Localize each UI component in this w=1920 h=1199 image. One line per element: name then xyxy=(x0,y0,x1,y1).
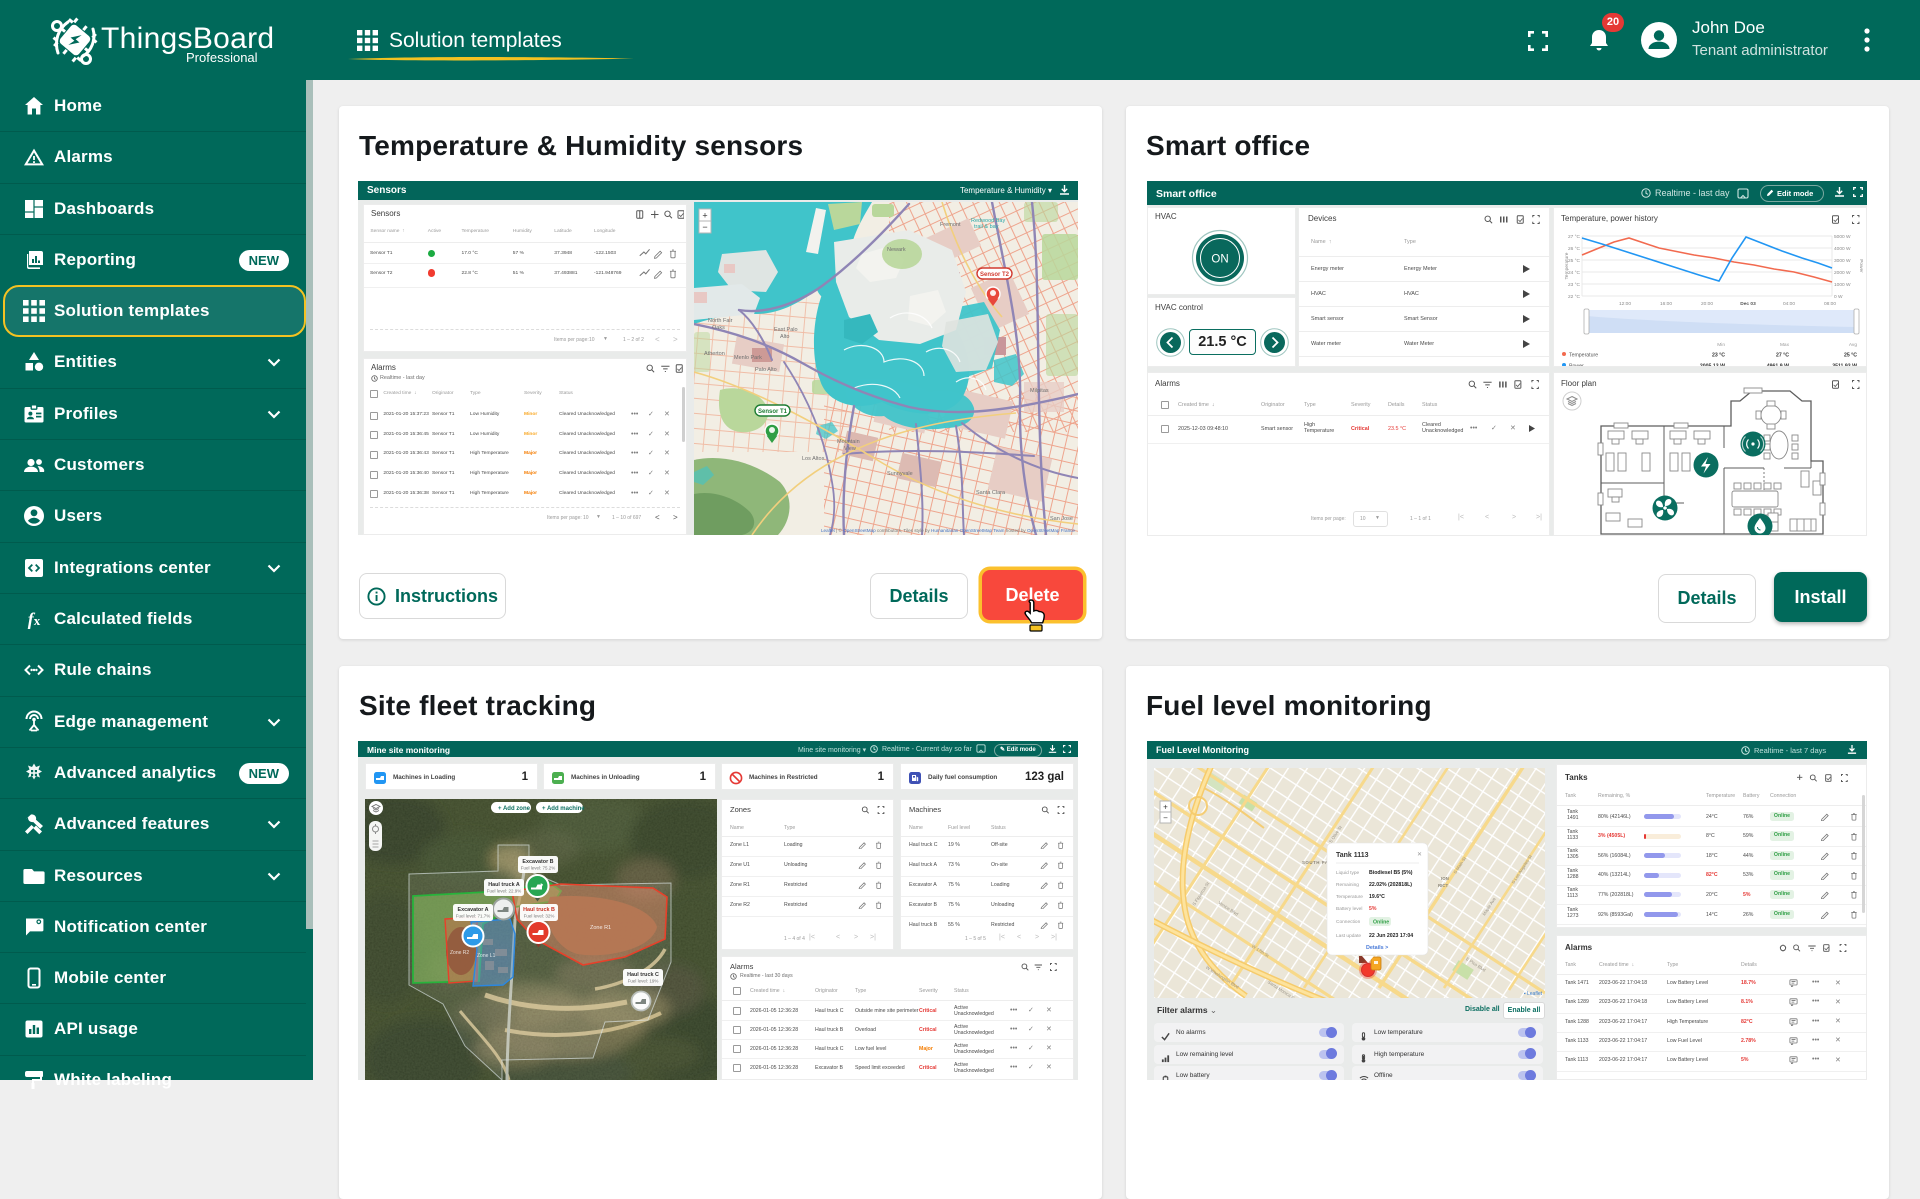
svg-text:27 °C: 27 °C xyxy=(1568,234,1581,240)
svg-text:ION: ION xyxy=(1441,876,1449,881)
svg-text:Avg: Avg xyxy=(1849,342,1858,348)
svg-text:−: − xyxy=(1163,814,1168,823)
svg-text:Fuel level: 71.7%: Fuel level: 71.7% xyxy=(456,914,491,919)
svg-text:Milpitas: Milpitas xyxy=(1030,388,1049,394)
svg-text:Excavator B: Excavator B xyxy=(522,859,553,865)
svg-text:▪ Leaflet: ▪ Leaflet xyxy=(1524,991,1543,997)
svg-text:Remaining: Remaining xyxy=(1336,882,1359,888)
svg-text:Tank 1113: Tank 1113 xyxy=(1336,852,1369,859)
svg-text:View: View xyxy=(844,446,856,452)
svg-text:Los Altos: Los Altos xyxy=(802,456,825,462)
svg-text:4961.9 W: 4961.9 W xyxy=(1767,364,1789,368)
svg-text:4000 W: 4000 W xyxy=(1834,246,1851,252)
svg-text:+: + xyxy=(1163,803,1168,812)
svg-text:3000 W: 3000 W xyxy=(1834,258,1851,264)
svg-text:Temperature: Temperature xyxy=(1336,894,1363,900)
svg-text:North Fair: North Fair xyxy=(708,318,733,324)
svg-text:26 °C: 26 °C xyxy=(1568,246,1581,252)
svg-text:ON: ON xyxy=(1211,254,1228,266)
svg-text:Zone R2: Zone R2 xyxy=(450,950,469,956)
svg-text:22 °C: 22 °C xyxy=(1568,294,1581,300)
svg-text:Dec 03: Dec 03 xyxy=(1740,301,1756,307)
svg-text:20:00: 20:00 xyxy=(1701,301,1713,307)
svg-text:Details >: Details > xyxy=(1366,945,1388,951)
svg-text:23 °C: 23 °C xyxy=(1712,353,1725,359)
svg-text:Sensor T2: Sensor T2 xyxy=(980,272,1010,278)
svg-text:Zone L1: Zone L1 xyxy=(477,953,496,959)
svg-text:Fuel level: 19%: Fuel level: 19% xyxy=(628,979,659,984)
svg-text:5%: 5% xyxy=(1369,906,1377,912)
svg-text:22 Jun 2023 17:04: 22 Jun 2023 17:04 xyxy=(1369,933,1413,939)
svg-text:Fuel level: 32%: Fuel level: 32% xyxy=(524,914,555,919)
svg-text:Biodiesel B5 (5%): Biodiesel B5 (5%) xyxy=(1369,870,1413,876)
svg-text:Connection: Connection xyxy=(1336,919,1361,925)
svg-text:✕: ✕ xyxy=(1417,852,1422,858)
svg-text:Haul truck A: Haul truck A xyxy=(488,882,520,888)
svg-text:Mountain: Mountain xyxy=(837,439,860,445)
svg-text:3511.93 W: 3511.93 W xyxy=(1832,364,1857,368)
svg-text:16:00: 16:00 xyxy=(1660,301,1672,307)
svg-text:2005.13 W: 2005.13 W xyxy=(1700,364,1725,368)
svg-text:Alto: Alto xyxy=(780,334,789,340)
svg-text:22.02% (202818L): 22.02% (202818L) xyxy=(1369,882,1412,888)
svg-text:5000 W: 5000 W xyxy=(1834,234,1851,240)
svg-text:Power: Power xyxy=(1858,259,1864,273)
svg-text:04:00: 04:00 xyxy=(1783,301,1795,307)
svg-text:Palo Alto: Palo Alto xyxy=(755,367,777,373)
svg-text:Zone R1: Zone R1 xyxy=(590,925,611,931)
svg-text:trail & bay: trail & bay xyxy=(974,224,999,230)
svg-text:Last update: Last update xyxy=(1336,933,1361,939)
svg-text:23 °C: 23 °C xyxy=(1568,282,1581,288)
svg-text:Newark: Newark xyxy=(887,247,906,253)
svg-text:Max: Max xyxy=(1780,342,1790,348)
svg-text:Fremont: Fremont xyxy=(940,222,961,228)
svg-text:Power: Power xyxy=(1569,364,1584,368)
svg-text:Excavator A: Excavator A xyxy=(458,907,489,913)
svg-text:0 W: 0 W xyxy=(1834,294,1843,300)
svg-text:+ Add zone: + Add zone xyxy=(498,806,531,812)
svg-text:San Jose: San Jose xyxy=(1050,516,1073,522)
svg-text:−: − xyxy=(702,222,707,232)
svg-text:08:00: 08:00 xyxy=(1824,301,1836,307)
svg-text:Santa Clara: Santa Clara xyxy=(976,490,1006,496)
svg-text:27 °C: 27 °C xyxy=(1776,353,1789,359)
svg-text:Haul truck C: Haul truck C xyxy=(627,972,659,978)
svg-text:Atherton: Atherton xyxy=(704,351,725,357)
svg-text:Sunnyvale: Sunnyvale xyxy=(887,471,913,477)
svg-text:+ Add machine: + Add machine xyxy=(542,806,585,812)
svg-text:2000 W: 2000 W xyxy=(1834,270,1851,276)
svg-text:Min: Min xyxy=(1717,342,1725,348)
svg-text:+: + xyxy=(702,211,707,221)
svg-text:Online: Online xyxy=(1373,920,1389,926)
svg-text:Temperature: Temperature xyxy=(1564,252,1570,279)
svg-text:RICT: RICT xyxy=(1438,883,1449,888)
svg-text:Fuel level: 75.2%: Fuel level: 75.2% xyxy=(521,866,556,871)
svg-text:Haul truck B: Haul truck B xyxy=(523,907,555,913)
svg-text:Temperature: Temperature xyxy=(1569,353,1598,359)
svg-text:Leaflet | © OpenStreetMap cont: Leaflet | © OpenStreetMap contributors, … xyxy=(821,527,1075,533)
svg-text:Menlo Park: Menlo Park xyxy=(734,355,762,361)
svg-text:Liquid type: Liquid type xyxy=(1336,870,1360,876)
svg-text:Battery level: Battery level xyxy=(1336,906,1362,912)
svg-text:19.6°C: 19.6°C xyxy=(1369,894,1385,900)
svg-text:Oaks: Oaks xyxy=(712,325,725,331)
svg-text:12:00: 12:00 xyxy=(1619,301,1631,307)
svg-text:1000 W: 1000 W xyxy=(1834,282,1851,288)
svg-text:Fuel level: 22.9%: Fuel level: 22.9% xyxy=(487,889,522,894)
svg-text:East Palo: East Palo xyxy=(774,327,798,333)
svg-text:25 °C: 25 °C xyxy=(1844,353,1857,359)
svg-text:Sensor T1: Sensor T1 xyxy=(758,409,788,415)
